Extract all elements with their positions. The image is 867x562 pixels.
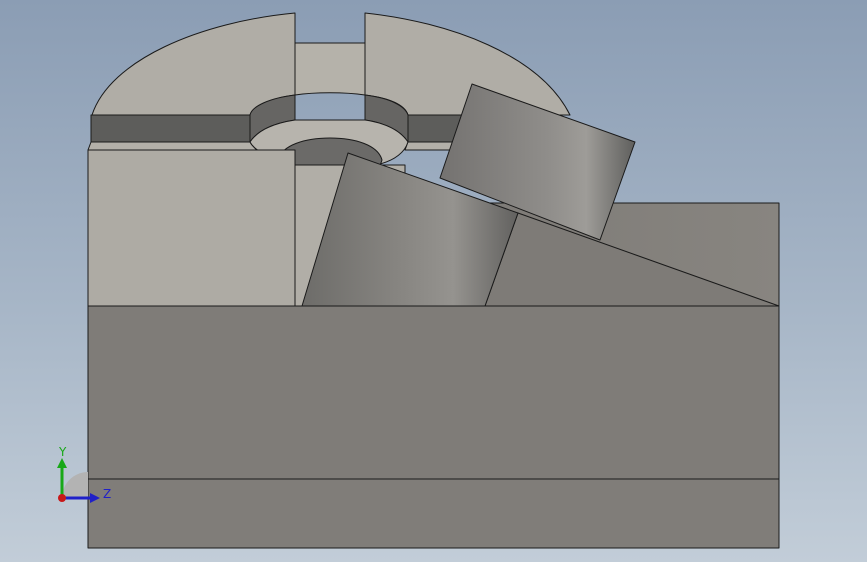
top-disk-left[interactable] — [91, 12, 296, 116]
base-block-lower[interactable] — [87, 478, 780, 549]
top-slot-floor[interactable] — [294, 42, 366, 96]
y-axis-label: Y — [58, 445, 67, 459]
z-axis-label: Z — [103, 487, 111, 501]
triad-backdrop — [62, 472, 88, 498]
x-axis-dot — [58, 494, 66, 502]
front-face-left[interactable] — [87, 149, 296, 307]
rim-slot-left[interactable] — [90, 114, 251, 143]
model-scene[interactable]: Y Z — [0, 0, 867, 562]
3d-viewport[interactable]: Y Z — [0, 0, 867, 562]
y-axis-arrowhead — [57, 458, 67, 468]
base-block-upper[interactable] — [87, 305, 780, 480]
